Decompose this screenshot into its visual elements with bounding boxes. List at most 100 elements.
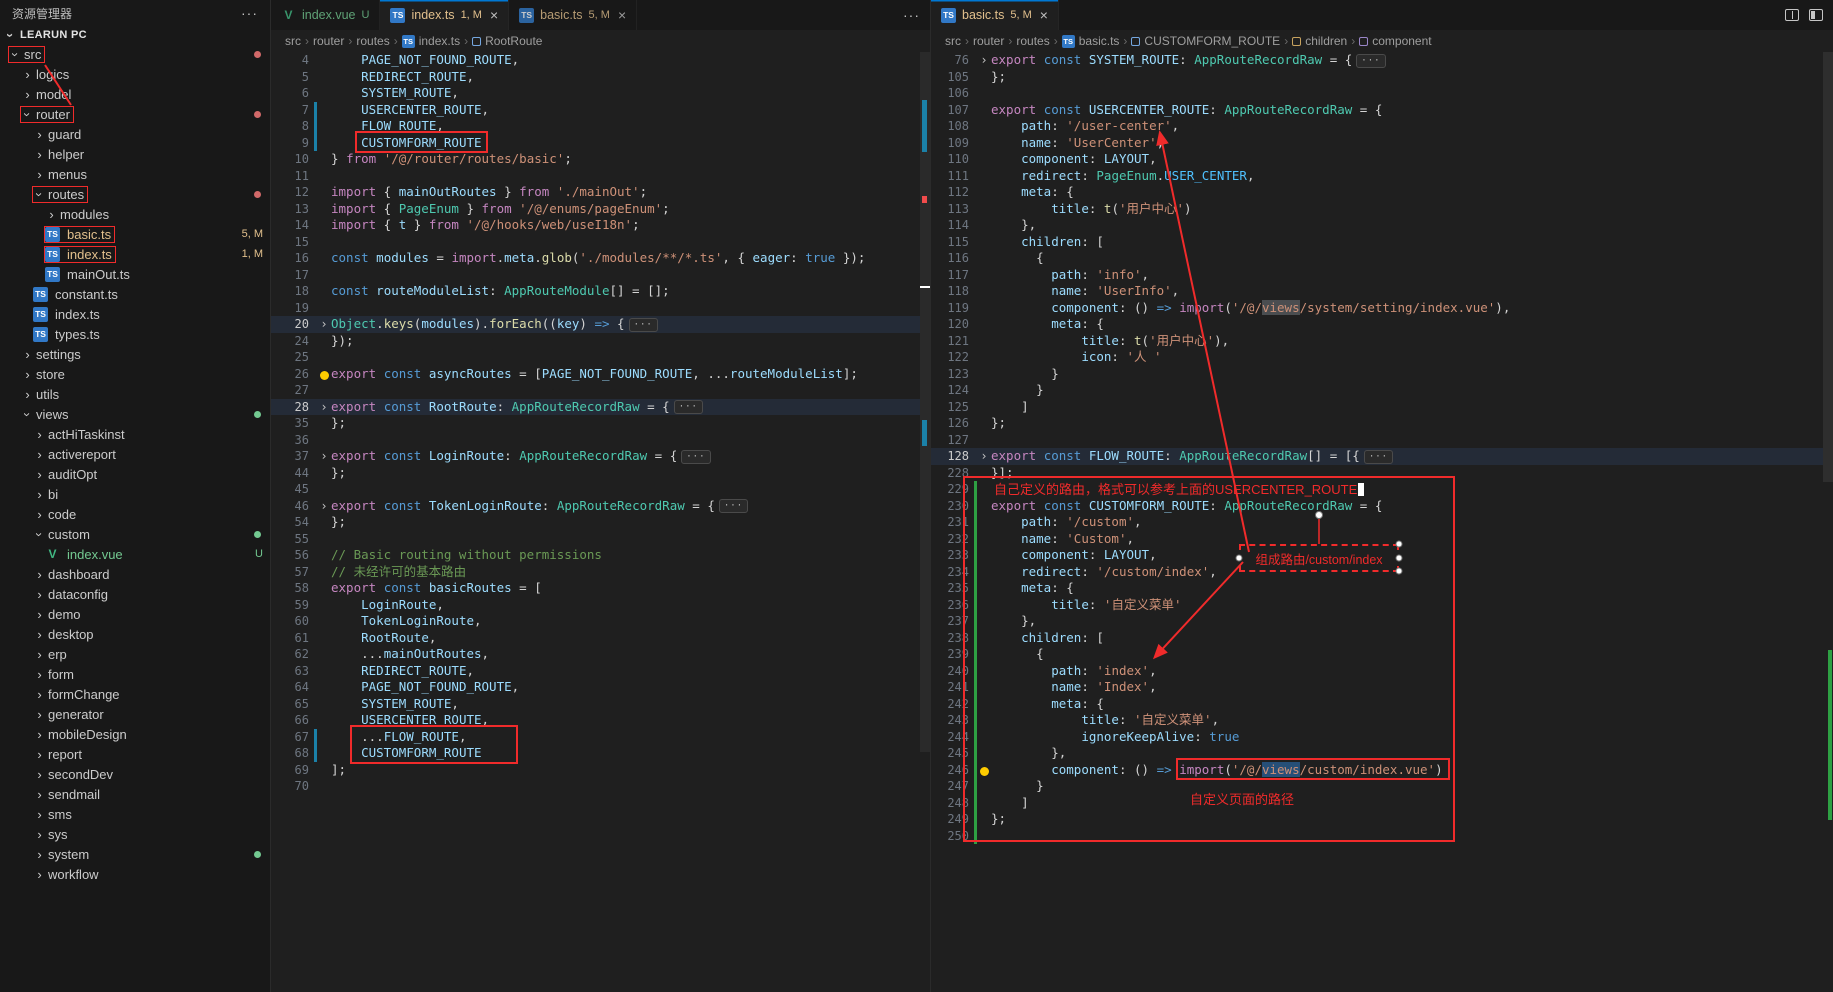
breadcrumb-item-routes[interactable]: routes	[1016, 34, 1049, 48]
tree-item-bi[interactable]: ›bi	[0, 484, 270, 504]
code-text[interactable]: export const USERCENTER_ROUTE: AppRouteR…	[991, 102, 1382, 119]
code-text[interactable]: meta: {	[991, 316, 1104, 333]
code-text[interactable]: export const TokenLoginRoute: AppRouteRe…	[331, 498, 748, 515]
tree-item-router[interactable]: ›router	[0, 104, 270, 124]
line-number[interactable]: 61	[271, 630, 311, 647]
chevron-down-icon[interactable]: ›	[8, 48, 23, 61]
tree-item-model[interactable]: ›model	[0, 84, 270, 104]
tree-item-routes[interactable]: ›routes	[0, 184, 270, 204]
code-line[interactable]: 66 USERCENTER_ROUTE,	[271, 712, 920, 729]
breadcrumb-item-router[interactable]: router	[973, 34, 1004, 48]
code-line[interactable]: 106	[931, 85, 1823, 102]
line-number[interactable]: 14	[271, 217, 311, 234]
code-line[interactable]: 19	[271, 300, 920, 317]
code-text[interactable]: FLOW_ROUTE,	[331, 118, 444, 135]
code-line[interactable]: 228}];	[931, 465, 1823, 482]
code-line[interactable]: 126};	[931, 415, 1823, 432]
line-number[interactable]: 25	[271, 349, 311, 366]
code-text[interactable]: path: 'info',	[991, 267, 1149, 284]
line-number[interactable]: 58	[271, 580, 311, 597]
line-number[interactable]: 231	[931, 514, 971, 531]
workspace-section-header[interactable]: › LEARUN PC	[0, 26, 270, 44]
code-line[interactable]: 123 }	[931, 366, 1823, 383]
code-line[interactable]: 4 PAGE_NOT_FOUND_ROUTE,	[271, 52, 920, 69]
code-text[interactable]: CUSTOMFORM_ROUTE	[331, 135, 482, 152]
lightbulb-icon[interactable]	[320, 371, 329, 380]
code-text[interactable]: PAGE_NOT_FOUND_ROUTE,	[331, 52, 519, 69]
code-line[interactable]: 44};	[271, 465, 920, 482]
tree-item-dashboard[interactable]: ›dashboard	[0, 564, 270, 584]
code-text[interactable]: meta: {	[991, 580, 1074, 597]
line-number[interactable]: 120	[931, 316, 971, 333]
line-number[interactable]: 240	[931, 663, 971, 680]
line-number[interactable]: 113	[931, 201, 971, 218]
code-line[interactable]: 25	[271, 349, 920, 366]
line-number[interactable]: 69	[271, 762, 311, 779]
code-line[interactable]: 108 path: '/user-center',	[931, 118, 1823, 135]
code-text[interactable]: },	[991, 217, 1036, 234]
tab-basic.ts[interactable]: TSbasic.ts5, M×	[509, 0, 637, 30]
line-number[interactable]: 59	[271, 597, 311, 614]
line-number[interactable]: 249	[931, 811, 971, 828]
code-text[interactable]: },	[991, 745, 1066, 762]
line-number[interactable]: 5	[271, 69, 311, 86]
code-text[interactable]: icon: '人 '	[991, 349, 1162, 366]
code-text[interactable]: TokenLoginRoute,	[331, 613, 482, 630]
line-number[interactable]: 10	[271, 151, 311, 168]
code-text[interactable]: name: 'Custom',	[991, 531, 1134, 548]
tab-index.ts[interactable]: TSindex.ts1, M×	[380, 0, 509, 30]
line-number[interactable]: 107	[931, 102, 971, 119]
tree-item-menus[interactable]: ›menus	[0, 164, 270, 184]
chevron-right-icon[interactable]: ›	[33, 467, 46, 482]
code-line[interactable]: 245 },	[931, 745, 1823, 762]
line-number[interactable]: 66	[271, 712, 311, 729]
code-line[interactable]: 63 REDIRECT_ROUTE,	[271, 663, 920, 680]
chevron-down-icon[interactable]: ›	[20, 408, 35, 421]
code-line[interactable]: 11	[271, 168, 920, 185]
folded-code-ellipsis[interactable]: ···	[1356, 54, 1385, 68]
line-number[interactable]: 24	[271, 333, 311, 350]
chevron-right-icon[interactable]: ›	[21, 367, 34, 382]
breadcrumb-item-index.ts[interactable]: TSindex.ts	[402, 34, 460, 48]
line-number[interactable]: 12	[271, 184, 311, 201]
code-line[interactable]: 18const routeModuleList: AppRouteModule[…	[271, 283, 920, 300]
code-text[interactable]: meta: {	[991, 184, 1074, 201]
line-number[interactable]: 46	[271, 498, 311, 515]
line-number[interactable]: 65	[271, 696, 311, 713]
code-text[interactable]: }];	[991, 465, 1014, 482]
line-number[interactable]: 110	[931, 151, 971, 168]
code-text[interactable]: export const FLOW_ROUTE: AppRouteRecordR…	[991, 448, 1393, 465]
line-number[interactable]: 19	[271, 300, 311, 317]
chevron-right-icon[interactable]: ›	[33, 707, 46, 722]
breadcrumb-item-basic.ts[interactable]: TSbasic.ts	[1062, 34, 1120, 48]
code-line[interactable]: 45	[271, 481, 920, 498]
code-line[interactable]: 116 {	[931, 250, 1823, 267]
tree-item-desktop[interactable]: ›desktop	[0, 624, 270, 644]
line-number[interactable]: 235	[931, 580, 971, 597]
tree-item-index.ts[interactable]: TSindex.ts	[0, 304, 270, 324]
code-line[interactable]: 65 SYSTEM_ROUTE,	[271, 696, 920, 713]
lightbulb-icon[interactable]	[980, 767, 989, 776]
code-text[interactable]: redirect: PageEnum.USER_CENTER,	[991, 168, 1254, 185]
code-line[interactable]: 109 name: 'UserCenter',	[931, 135, 1823, 152]
line-number[interactable]: 105	[931, 69, 971, 86]
code-line[interactable]: 249};	[931, 811, 1823, 828]
overview-ruler[interactable]	[1823, 0, 1833, 992]
tree-item-custom[interactable]: ›custom	[0, 524, 270, 544]
code-text[interactable]: import { PageEnum } from '/@/enums/pageE…	[331, 201, 670, 218]
chevron-right-icon[interactable]: ›	[33, 747, 46, 762]
folded-code-ellipsis[interactable]: ···	[681, 450, 710, 464]
line-number[interactable]: 114	[931, 217, 971, 234]
code-text[interactable]: {	[991, 250, 1044, 267]
code-text[interactable]: ];	[331, 762, 346, 779]
code-line[interactable]: 243 title: '自定义菜单',	[931, 712, 1823, 729]
code-line[interactable]: 105};	[931, 69, 1823, 86]
line-number[interactable]: 76	[931, 52, 971, 69]
code-text[interactable]: export const basicRoutes = [	[331, 580, 542, 597]
tree-item-dataconfig[interactable]: ›dataconfig	[0, 584, 270, 604]
code-line[interactable]: 241 name: 'Index',	[931, 679, 1823, 696]
code-line[interactable]: 125 ]	[931, 399, 1823, 416]
tree-item-modules[interactable]: ›modules	[0, 204, 270, 224]
code-line[interactable]: 8 FLOW_ROUTE,	[271, 118, 920, 135]
tree-item-src[interactable]: ›src	[0, 44, 270, 64]
